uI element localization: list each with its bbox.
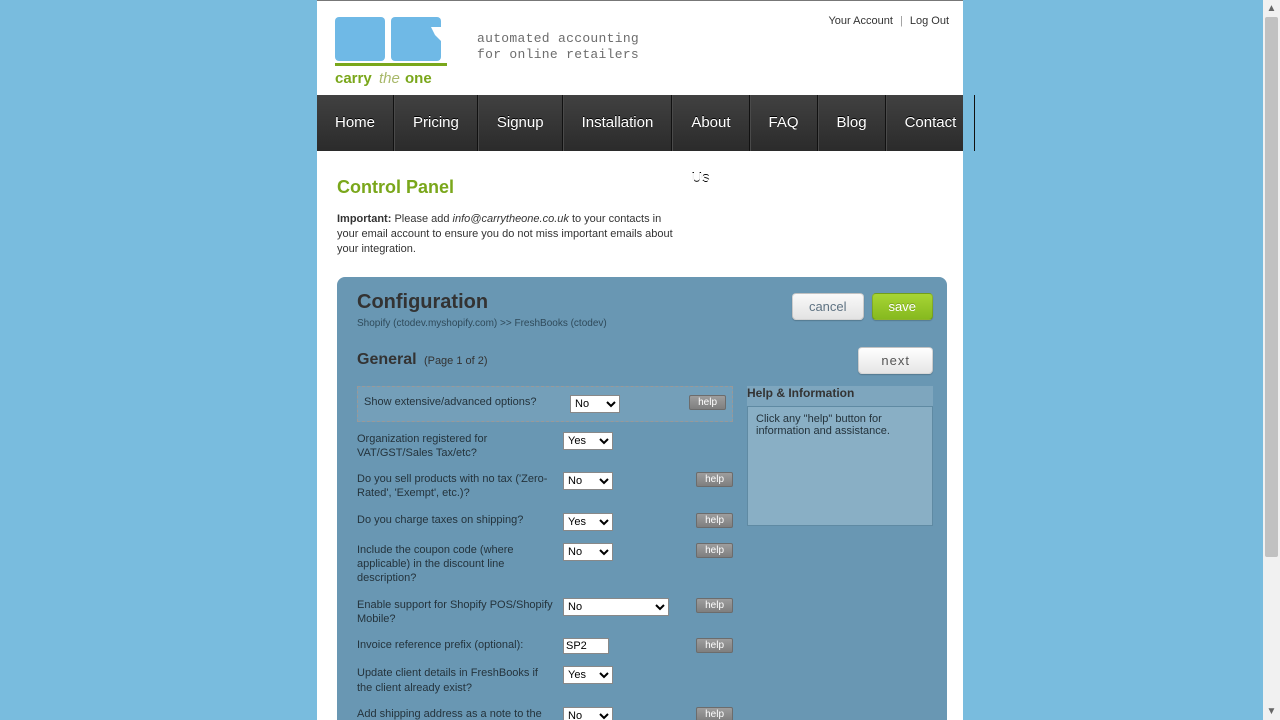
help-button[interactable]: help: [696, 707, 733, 720]
nav-signup[interactable]: Signup: [478, 95, 563, 151]
header: Your Account | Log Out carry the one aut…: [317, 1, 963, 95]
setting-row: Include the coupon code (where applicabl…: [357, 537, 733, 592]
setting-select[interactable]: No: [563, 598, 669, 616]
setting-control: Yes: [563, 513, 669, 531]
scroll-up-icon[interactable]: ▲: [1263, 0, 1280, 17]
setting-select[interactable]: No: [570, 395, 620, 413]
setting-label: Organization registered for VAT/GST/Sale…: [357, 432, 555, 461]
setting-control: Yes: [563, 666, 669, 684]
config-panel: Configuration Shopify (ctodev.myshopify.…: [337, 277, 947, 720]
nav-blog[interactable]: Blog: [818, 95, 886, 151]
setting-control: No: [563, 543, 669, 561]
help-button[interactable]: help: [696, 513, 733, 528]
setting-row: Update client details in FreshBooks if t…: [357, 660, 733, 701]
help-button[interactable]: help: [689, 395, 726, 410]
breadcrumb: Shopify (ctodev.myshopify.com) >> FreshB…: [357, 318, 607, 329]
setting-select[interactable]: Yes: [563, 513, 613, 531]
scrollbar-thumb[interactable]: [1265, 17, 1278, 557]
nav-installation[interactable]: Installation: [563, 95, 673, 151]
save-button[interactable]: save: [872, 293, 933, 320]
nav-faq[interactable]: FAQ: [750, 95, 818, 151]
setting-control: No: [563, 472, 669, 490]
nav-about-us[interactable]: About Us: [672, 95, 749, 151]
page-title: Control Panel: [337, 177, 947, 198]
section-pagination: (Page 1 of 2): [424, 355, 488, 367]
setting-control: No: [563, 707, 669, 720]
setting-select[interactable]: Yes: [563, 432, 613, 450]
section-title: General: [357, 351, 417, 368]
help-button[interactable]: help: [696, 472, 733, 487]
setting-select[interactable]: No: [563, 472, 613, 490]
tagline: automated accounting for online retailer…: [477, 31, 639, 64]
setting-label: Include the coupon code (where applicabl…: [357, 543, 555, 586]
svg-text:carry: carry: [335, 70, 372, 87]
svg-text:the: the: [379, 70, 400, 87]
help-button[interactable]: help: [696, 598, 733, 613]
setting-row: Do you charge taxes on shipping? Yes help: [357, 507, 733, 537]
your-account-link[interactable]: Your Account: [828, 15, 892, 27]
setting-control: [563, 638, 669, 654]
setting-row: Organization registered for VAT/GST/Sale…: [357, 426, 733, 467]
logout-link[interactable]: Log Out: [910, 15, 949, 27]
scroll-down-icon[interactable]: ▼: [1263, 703, 1280, 720]
cancel-button[interactable]: cancel: [792, 293, 864, 320]
setting-select[interactable]: No: [563, 543, 613, 561]
important-notice: Important: Please add info@carrytheone.c…: [337, 212, 677, 257]
config-title: Configuration: [357, 291, 607, 314]
setting-row: Do you sell products with no tax ('Zero-…: [357, 466, 733, 507]
setting-label: Enable support for Shopify POS/Shopify M…: [357, 598, 555, 627]
setting-input[interactable]: [563, 638, 609, 654]
setting-row: Add shipping address as a note to the in…: [357, 701, 733, 720]
scrollbar[interactable]: ▲ ▼: [1263, 0, 1280, 720]
svg-text:one: one: [405, 70, 432, 87]
setting-control: No: [570, 395, 676, 413]
help-panel: Help & Information Click any "help" butt…: [747, 386, 933, 526]
separator: |: [896, 15, 907, 27]
setting-label: Do you sell products with no tax ('Zero-…: [357, 472, 555, 501]
setting-label: Show extensive/advanced options?: [364, 395, 562, 409]
nav-pricing[interactable]: Pricing: [394, 95, 478, 151]
help-button[interactable]: help: [696, 638, 733, 653]
setting-label: Do you charge taxes on shipping?: [357, 513, 555, 527]
setting-row: Enable support for Shopify POS/Shopify M…: [357, 592, 733, 633]
top-links: Your Account | Log Out: [828, 15, 949, 27]
main-nav: HomePricingSignupInstallationAbout UsFAQ…: [317, 95, 963, 151]
setting-control: No: [563, 598, 669, 616]
nav-contact[interactable]: Contact: [886, 95, 976, 151]
help-button[interactable]: help: [696, 543, 733, 558]
setting-row: Invoice reference prefix (optional): help: [357, 632, 733, 660]
setting-control: Yes: [563, 432, 669, 450]
setting-label: Invoice reference prefix (optional):: [357, 638, 555, 652]
setting-select[interactable]: Yes: [563, 666, 613, 684]
nav-home[interactable]: Home: [317, 95, 394, 151]
help-panel-body: Click any "help" button for information …: [747, 406, 933, 526]
setting-label: Add shipping address as a note to the in…: [357, 707, 555, 720]
next-button[interactable]: next: [858, 347, 933, 374]
setting-row: Show extensive/advanced options? No help: [357, 386, 733, 422]
setting-select[interactable]: No: [563, 707, 613, 720]
help-panel-title: Help & Information: [747, 386, 933, 400]
setting-label: Update client details in FreshBooks if t…: [357, 666, 555, 695]
settings-form: Show extensive/advanced options? No help Or…: [357, 386, 733, 720]
logo[interactable]: carry the one: [335, 17, 453, 91]
